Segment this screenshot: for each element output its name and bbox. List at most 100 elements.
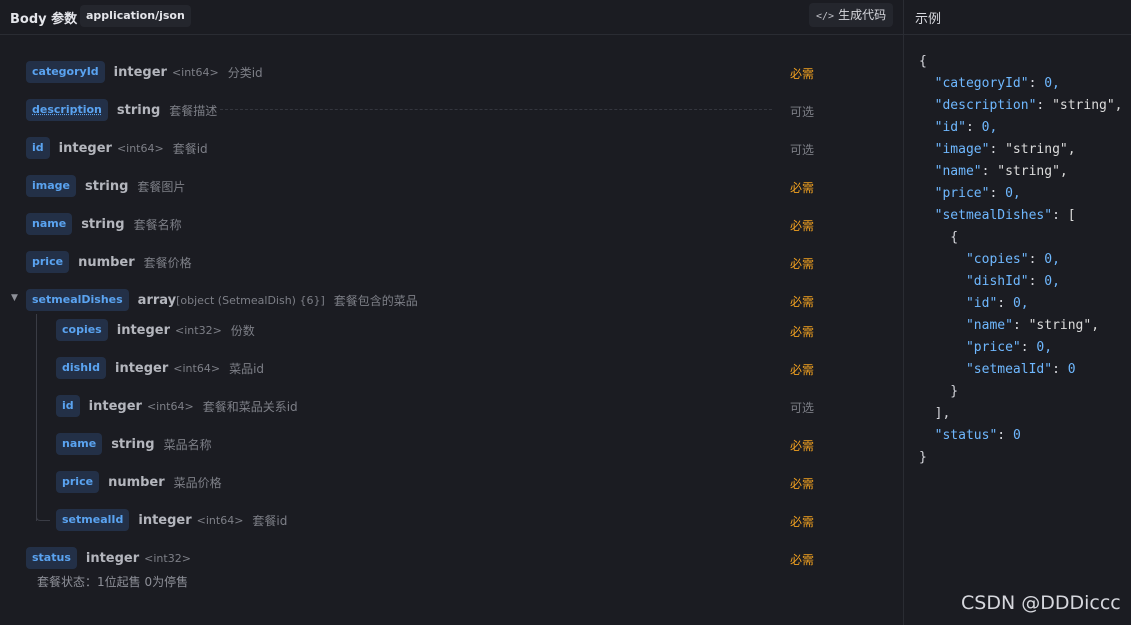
field-name-tag[interactable]: copies [56, 319, 108, 341]
field-description: 菜品价格 [173, 475, 222, 490]
tree-line [36, 314, 37, 521]
field-format: <int64> [196, 513, 244, 527]
code-line: "name": "string", [965, 318, 1100, 333]
field-row: id integer <int64> 套餐id [26, 136, 208, 160]
field-format: [object (SetmealDish) {6}] [176, 293, 325, 307]
code-line: "id": 0, [934, 120, 998, 135]
required-flag: 必需 [790, 477, 815, 491]
code-line: "description": "string", [934, 98, 1123, 113]
code-line: "name": "string", [934, 164, 1068, 179]
field-description: 套餐名称 [133, 217, 182, 232]
generate-code-button[interactable]: </> 生成代码 [809, 3, 894, 27]
field-description: 套餐id [252, 513, 288, 528]
field-description: 菜品名称 [163, 437, 212, 452]
field-name-tag[interactable]: categoryId [26, 61, 105, 83]
field-type: string [85, 178, 129, 194]
code-line: } [919, 384, 959, 399]
params-header: Body 参数 application/json </> 生成代码 [0, 0, 903, 35]
watermark: CSDN @DDDiccc [961, 592, 1121, 614]
optional-flag: 可选 [790, 105, 815, 119]
field-type: string [81, 216, 125, 232]
required-flag: 必需 [790, 363, 815, 377]
field-row: categoryId integer <int64> 分类id [26, 60, 263, 84]
code-line: "setmealId": 0 [965, 362, 1076, 377]
required-flag: 必需 [790, 325, 815, 339]
nested-field-row: id integer <int64> 套餐和菜品关系id [56, 394, 298, 418]
required-flag: 必需 [790, 257, 815, 271]
code-line: ], [919, 406, 951, 421]
field-name-tag[interactable]: price [26, 251, 70, 273]
code-icon: </> [816, 11, 835, 22]
nested-field-row: name string 菜品名称 [56, 432, 212, 456]
field-row: name string 套餐名称 [26, 212, 182, 236]
example-header: 示例 [904, 0, 1131, 35]
field-name-tag[interactable]: description [26, 99, 108, 121]
field-name-tag[interactable]: setmealDishes [26, 289, 129, 311]
field-name-tag[interactable]: id [26, 137, 50, 159]
field-description: 套餐和菜品关系id [202, 399, 298, 414]
code-line: "dishId": 0, [965, 274, 1060, 289]
field-name-tag[interactable]: price [56, 471, 100, 493]
field-type: integer [113, 64, 167, 80]
tree-line-end [36, 509, 50, 521]
code-line: "price": 0, [965, 340, 1053, 355]
nested-field-row: dishId integer <int64> 菜品id [56, 356, 264, 380]
code-line: "categoryId": 0, [934, 76, 1060, 91]
collapse-caret-icon[interactable]: ▼ [11, 293, 18, 303]
field-type: integer [138, 512, 192, 528]
field-type: string [111, 436, 155, 452]
field-format: <int64> [146, 399, 194, 413]
required-flag: 必需 [790, 439, 815, 453]
field-row: setmealDishes array [object (SetmealDish… [26, 288, 418, 312]
field-name-tag[interactable]: dishId [56, 357, 106, 379]
field-description: 分类id [227, 65, 263, 80]
field-type: array [137, 292, 177, 308]
optional-flag: 可选 [790, 143, 815, 157]
field-description: 套餐描述 [169, 103, 218, 118]
required-flag: 必需 [790, 295, 815, 309]
optional-flag: 可选 [790, 401, 815, 415]
field-description: 菜品id [229, 361, 265, 376]
example-panel: 示例 { "categoryId": 0, "description": "st… [904, 0, 1131, 625]
nested-field-row: setmealId integer <int64> 套餐id [56, 508, 287, 532]
field-row: price number 套餐价格 [26, 250, 192, 274]
field-name-tag[interactable]: name [56, 433, 103, 455]
code-line: "price": 0, [934, 186, 1021, 201]
field-type: integer [58, 140, 112, 156]
field-type: number [78, 254, 135, 270]
field-name-tag[interactable]: name [26, 213, 73, 235]
field-row: description string 套餐描述 [26, 98, 217, 122]
nested-field-row: copies integer <int32> 份数 [56, 318, 255, 342]
content-type-badge[interactable]: application/json [80, 5, 191, 27]
required-flag: 必需 [790, 181, 815, 195]
field-description: 份数 [230, 323, 255, 338]
required-flag: 必需 [790, 553, 815, 567]
field-description: 套餐图片 [137, 179, 186, 194]
field-format: <int32> [175, 323, 222, 337]
field-description: 套餐价格 [143, 255, 192, 270]
field-name-tag[interactable]: id [56, 395, 80, 417]
field-type: integer [85, 550, 140, 566]
field-description: 套餐包含的菜品 [333, 293, 418, 308]
status-description: 套餐状态：1位起售 0为停售 [37, 575, 189, 589]
field-format: <int64> [171, 65, 219, 79]
field-name-tag[interactable]: image [26, 175, 76, 197]
code-line: "status": 0 [934, 428, 1021, 443]
code-line: "copies": 0, [965, 252, 1060, 267]
field-name-tag[interactable]: status [26, 547, 77, 569]
field-type: number [108, 474, 165, 490]
code-line: } [919, 450, 927, 465]
required-flag: 必需 [790, 515, 815, 529]
code-line: "image": "string", [934, 142, 1076, 157]
example-json-code[interactable]: { "categoryId": 0, "description": "strin… [919, 51, 1123, 469]
field-description: 套餐id [172, 141, 208, 156]
field-row: image string 套餐图片 [26, 174, 185, 198]
field-name-tag[interactable]: setmealId [56, 509, 130, 531]
row-divider [220, 109, 772, 110]
field-type: integer [116, 322, 171, 338]
code-line: "setmealDishes": [ [934, 208, 1076, 223]
field-type: integer [115, 360, 169, 376]
field-type: string [116, 102, 161, 118]
params-panel: Body 参数 application/json </> 生成代码 categor… [0, 0, 903, 625]
code-line: { [919, 230, 959, 245]
